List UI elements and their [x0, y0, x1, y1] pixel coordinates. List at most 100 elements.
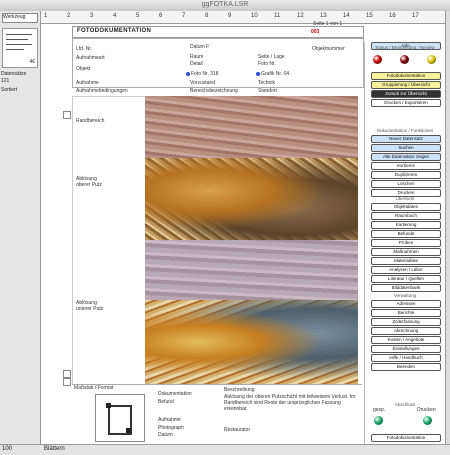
end-button[interactable]: Fotodokumentation: [371, 434, 441, 442]
vertical-scrollbar[interactable]: [445, 11, 450, 444]
ruler-tick: 14: [343, 13, 350, 19]
nav-button[interactable]: Abrechnung: [371, 327, 441, 335]
print-indicator-icon[interactable]: [423, 416, 432, 425]
window-title: ggFOTKA.LSR: [201, 1, 249, 8]
nav-button[interactable]: Fotodokumentation: [371, 72, 441, 80]
nav-button[interactable]: Drucken / Exportieren: [371, 99, 441, 107]
photo-2-top[interactable]: [145, 240, 358, 300]
nav-button[interactable]: Löschen: [371, 180, 441, 188]
nav-button[interactable]: Raumbuch: [371, 212, 441, 220]
ruler-tick: 15: [366, 13, 373, 19]
radio-foto[interactable]: Foto Nr. 318: [186, 71, 219, 77]
ruler-tick: 6: [159, 13, 163, 19]
raum-label: Raum: [190, 54, 204, 60]
location-diagram[interactable]: [95, 394, 145, 442]
section-label: Dokumentation / Funktionen: [376, 128, 434, 133]
ruler-tick: 4: [113, 13, 117, 19]
hint-1: Aufnahmebedingungen: [76, 88, 128, 94]
ruler-tick: 16: [389, 13, 396, 19]
caption-2: Ablösung oberer Putz: [76, 176, 102, 188]
radio-grafik[interactable]: Grafik Nr. 04: [256, 71, 289, 77]
nav-button[interactable]: Objektdaten: [371, 203, 441, 211]
nav-button[interactable]: Adressen: [371, 300, 441, 308]
hint-3: Standort: [258, 88, 277, 94]
status-area: Werkzeug 46 Datensätze 121 Sortiert: [0, 11, 41, 444]
nav-button[interactable]: Zurück zur Übersicht: [371, 90, 441, 98]
end-right-label: Drucken: [417, 407, 436, 413]
status-light-yellow[interactable]: [427, 55, 436, 64]
footer-note-1: Aufnahme: [158, 417, 181, 423]
corner-mark: [126, 428, 131, 433]
nav-button[interactable]: Beenden: [371, 363, 441, 371]
nav-button[interactable]: Materialliste: [371, 257, 441, 265]
aufnahmeart-label: Aufnahmeart: [76, 55, 105, 61]
part-marker[interactable]: [63, 378, 71, 386]
status-light-red[interactable]: [373, 55, 382, 64]
nav-button[interactable]: Berichte: [371, 309, 441, 317]
mode-label[interactable]: Blättern: [44, 446, 65, 452]
layout-select[interactable]: Werkzeug: [2, 13, 38, 23]
radio-icon: [186, 71, 190, 76]
nav-button[interactable]: Einstellungen: [371, 345, 441, 353]
caption-column: [72, 96, 146, 386]
section-label: Übersicht: [395, 196, 415, 201]
ruler-tick: 3: [90, 13, 94, 19]
ruler: 1 2 3 4 5 6 7 8 9 10 11 12 13 14 15 16 17: [40, 11, 445, 24]
book-icon[interactable]: 46: [2, 28, 38, 68]
bild-label-1: Aufnahme: [76, 80, 99, 86]
ruler-tick: 5: [136, 13, 140, 19]
nav-button[interactable]: Kartierung: [371, 221, 441, 229]
photo-1-top[interactable]: [145, 96, 358, 158]
zoom-level[interactable]: 100: [2, 446, 12, 452]
ruler-tick: 17: [412, 13, 419, 19]
book-page-line: [6, 34, 32, 35]
footer-tools[interactable]: Maßstab / Format: [74, 385, 113, 391]
footer-col-1: Dokumentation: [158, 391, 192, 397]
section-label: Verwaltung: [393, 293, 417, 298]
status-bar: 100 Blättern: [0, 444, 450, 455]
corner-mark: [106, 403, 111, 408]
footer-note-2: Photograph: [158, 425, 184, 431]
form-header: FOTODOKUMENTATION Seite 1 von 1 003: [72, 21, 364, 38]
ruler-tick: 8: [205, 13, 209, 19]
nav-button[interactable]: Suchen: [371, 144, 441, 152]
datum-label: Datum F: [190, 44, 210, 50]
book-page-line: [6, 39, 28, 40]
part-marker[interactable]: [63, 111, 71, 119]
photo-1-bottom[interactable]: [145, 158, 358, 240]
ruler-tick: 12: [297, 13, 304, 19]
nav-button[interactable]: Maßnahmen: [371, 248, 441, 256]
record-number[interactable]: 003: [311, 29, 319, 35]
nav-button[interactable]: Proben: [371, 239, 441, 247]
bild-label-2: Vorzustand: [190, 80, 216, 86]
nav-button[interactable]: Hilfe / Handbuch: [371, 354, 441, 362]
nav-button[interactable]: Zeiterfassung: [371, 318, 441, 326]
hint-2: Bereichsbezeichnung: [190, 88, 238, 94]
status-light-dark-red[interactable]: [400, 55, 409, 64]
ruler-tick: 13: [320, 13, 327, 19]
ruler-tick: 1: [44, 13, 48, 19]
footer-description[interactable]: Ablösung der oberen Putzschicht mit teil…: [224, 394, 358, 412]
records-label: Datensätze: [1, 71, 27, 77]
nav-button[interactable]: Neuer Datensatz: [371, 135, 441, 143]
nav-button[interactable]: Duplizieren: [371, 171, 441, 179]
nav-button[interactable]: Befunde: [371, 230, 441, 238]
nav-button[interactable]: Sortieren: [371, 162, 441, 170]
nav-button[interactable]: Gruppierung / Übersicht: [371, 81, 441, 89]
bild-label-3: Technik: [258, 80, 275, 86]
ruler-tick: 10: [251, 13, 258, 19]
nav-button[interactable]: Bilddatenbank: [371, 284, 441, 292]
save-indicator-icon[interactable]: [374, 416, 383, 425]
nav-button[interactable]: Literatur / Quellen: [371, 275, 441, 283]
nav-button[interactable]: Alle Datensätze zeigen: [371, 153, 441, 161]
part-marker[interactable]: [63, 370, 71, 378]
zoom-badge: 46: [29, 59, 35, 65]
detail-label: Detail: [190, 61, 203, 67]
caption-3: Ablösung unterer Putz: [76, 300, 104, 312]
photo-2-bottom[interactable]: [145, 300, 358, 384]
page-title: FOTODOKUMENTATION: [77, 28, 152, 34]
nav-button[interactable]: Analysen / Labor: [371, 266, 441, 274]
objektnummer-label: Objektnummer: [312, 46, 345, 52]
nav-button[interactable]: Kosten / Angebote: [371, 336, 441, 344]
foto-nr-label: Foto Nr.: [258, 61, 276, 67]
